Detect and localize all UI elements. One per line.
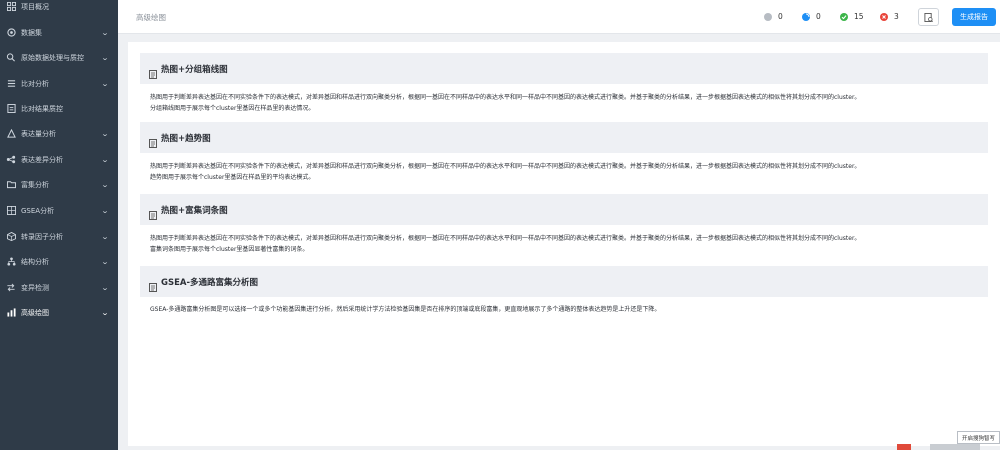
chevron-down-icon: ⌄ bbox=[100, 79, 110, 88]
triangle-chart-icon bbox=[6, 129, 16, 139]
sidebar-item-raw-data-qc[interactable]: 原始数据处理与质控 ⌄ bbox=[0, 45, 118, 70]
sidebar-item-expression[interactable]: 表达量分析 ⌄ bbox=[0, 121, 118, 146]
chevron-down-icon: ⌄ bbox=[100, 232, 110, 241]
report-icon bbox=[924, 10, 933, 25]
section-title: 热图+分组箱线图 bbox=[161, 64, 228, 75]
ime-tooltip[interactable]: 开启搜狗智写 bbox=[957, 431, 1000, 444]
chevron-down-icon: ⌄ bbox=[100, 308, 110, 317]
section-header[interactable]: 热图+分组箱线图 bbox=[140, 53, 988, 84]
status-count: 0 bbox=[778, 12, 783, 21]
section-header[interactable]: 热图+趋势图 bbox=[140, 122, 988, 153]
chevron-down-icon: ⌄ bbox=[100, 53, 110, 62]
chevron-down-icon: ⌄ bbox=[100, 206, 110, 215]
sidebar-item-label: 比对分析 bbox=[21, 79, 49, 88]
grid-icon bbox=[6, 2, 16, 12]
chevron-down-icon: ⌄ bbox=[100, 180, 110, 189]
tray-logo-icon bbox=[897, 444, 911, 450]
section-header[interactable]: GSEA-多通路富集分析图 bbox=[140, 266, 988, 297]
section-header[interactable]: 热图+富集词条图 bbox=[140, 194, 988, 225]
success-icon bbox=[840, 12, 848, 21]
document-icon bbox=[149, 64, 157, 79]
sidebar-item-alignment-qc[interactable]: 比对结果质控 bbox=[0, 96, 118, 121]
export-button[interactable] bbox=[918, 8, 939, 26]
top-bar: 高级绘图 0 0 15 3 生成报告 bbox=[118, 0, 1000, 34]
chevron-down-icon: ⌄ bbox=[100, 283, 110, 292]
sidebar-item-label: 变异检测 bbox=[21, 283, 49, 292]
running-icon bbox=[802, 12, 810, 21]
arrows-icon bbox=[6, 283, 16, 293]
sidebar-item-label: 项目概况 bbox=[21, 2, 49, 11]
document-icon bbox=[149, 133, 157, 148]
status-count: 3 bbox=[894, 12, 899, 21]
section-title: 热图+富集词条图 bbox=[161, 205, 228, 216]
sidebar: 项目概况 数据集 ⌄ 原始数据处理与质控 ⌄ 比对分析 ⌄ 比对结果质控 表达量… bbox=[0, 0, 118, 450]
tree-icon bbox=[6, 257, 16, 267]
document-icon bbox=[149, 277, 157, 292]
chart-icon bbox=[6, 308, 16, 318]
description-line: 热图用于判断差异表达基因在不同实验条件下的表达模式，对差异基因和样品进行双向聚类… bbox=[150, 94, 861, 101]
status-failed[interactable]: 3 bbox=[880, 12, 899, 21]
database-icon bbox=[6, 28, 16, 38]
description-line: GSEA-多通路富集分析图是可以选择一个或多个功能基因集进行分析，然后采用统计学… bbox=[150, 306, 661, 313]
pending-icon bbox=[764, 12, 772, 21]
sidebar-item-advanced-plot[interactable]: 高级绘图 ⌄ bbox=[0, 300, 118, 325]
chevron-down-icon: ⌄ bbox=[100, 28, 110, 37]
nodes-icon bbox=[6, 155, 16, 165]
sidebar-item-label: 原始数据处理与质控 bbox=[21, 53, 84, 62]
description-line: 热图用于判断差异表达基因在不同实验条件下的表达模式，对差异基因和样品进行双向聚类… bbox=[150, 235, 861, 242]
sidebar-item-diff-expression[interactable]: 表达差异分析 ⌄ bbox=[0, 147, 118, 172]
sidebar-item-label: 数据集 bbox=[21, 28, 42, 37]
description-line: 趋势图用于展示每个cluster里基因在样品里的平均表达模式。 bbox=[150, 174, 315, 181]
sidebar-item-alignment[interactable]: 比对分析 ⌄ bbox=[0, 71, 118, 96]
section-title: GSEA-多通路富集分析图 bbox=[161, 277, 259, 288]
sidebar-item-label: 高级绘图 bbox=[21, 308, 49, 317]
description-line: 富集词条图用于展示每个cluster里基因显著性富集的词条。 bbox=[150, 246, 309, 253]
status-pending[interactable]: 0 bbox=[764, 12, 783, 21]
folder-icon bbox=[6, 180, 16, 190]
grid-small-icon bbox=[6, 206, 16, 216]
sidebar-item-gsea[interactable]: GSEA分析 ⌄ bbox=[0, 198, 118, 223]
document-check-icon bbox=[6, 104, 16, 114]
sidebar-item-transcription-factor[interactable]: 转录因子分析 ⌄ bbox=[0, 224, 118, 249]
generate-report-button[interactable]: 生成报告 bbox=[952, 8, 996, 26]
sidebar-item-variant-detection[interactable]: 变异检测 ⌄ bbox=[0, 275, 118, 300]
main-panel: 热图+分组箱线图 热图用于判断差异表达基因在不同实验条件下的表达模式，对差异基因… bbox=[128, 42, 1000, 446]
status-success[interactable]: 15 bbox=[840, 12, 864, 21]
sidebar-item-project-overview[interactable]: 项目概况 bbox=[0, 0, 118, 19]
list-icon bbox=[6, 79, 16, 89]
chevron-down-icon: ⌄ bbox=[100, 257, 110, 266]
cube-icon bbox=[6, 232, 16, 242]
section-title: 热图+趋势图 bbox=[161, 133, 211, 144]
status-count: 0 bbox=[816, 12, 821, 21]
tray-icons bbox=[930, 444, 980, 450]
sidebar-item-label: 比对结果质控 bbox=[21, 104, 63, 113]
sidebar-item-enrichment[interactable]: 富集分析 ⌄ bbox=[0, 172, 118, 197]
status-running[interactable]: 0 bbox=[802, 12, 821, 21]
sidebar-item-label: 表达量分析 bbox=[21, 129, 56, 138]
sidebar-item-label: 转录因子分析 bbox=[21, 232, 63, 241]
breadcrumb: 高级绘图 bbox=[136, 13, 166, 22]
section-description: 热图用于判断差异表达基因在不同实验条件下的表达模式，对差异基因和样品进行双向聚类… bbox=[150, 161, 980, 183]
description-line: 热图用于判断差异表达基因在不同实验条件下的表达模式，对差异基因和样品进行双向聚类… bbox=[150, 163, 861, 170]
status-count: 15 bbox=[854, 12, 864, 21]
sidebar-item-label: GSEA分析 bbox=[21, 206, 55, 215]
sidebar-item-label: 富集分析 bbox=[21, 180, 49, 189]
section-description: 热图用于判断差异表达基因在不同实验条件下的表达模式，对差异基因和样品进行双向聚类… bbox=[150, 233, 980, 255]
sidebar-item-dataset[interactable]: 数据集 ⌄ bbox=[0, 20, 118, 45]
sidebar-item-label: 表达差异分析 bbox=[21, 155, 63, 164]
description-line: 分组箱线图用于展示每个cluster里基因在样品里的表达情况。 bbox=[150, 105, 315, 112]
failed-icon bbox=[880, 12, 888, 21]
chevron-down-icon: ⌄ bbox=[100, 129, 110, 138]
document-icon bbox=[149, 205, 157, 220]
chevron-down-icon: ⌄ bbox=[100, 155, 110, 164]
magnify-gear-icon bbox=[6, 53, 16, 63]
section-description: 热图用于判断差异表达基因在不同实验条件下的表达模式，对差异基因和样品进行双向聚类… bbox=[150, 92, 980, 114]
sidebar-item-label: 结构分析 bbox=[21, 257, 49, 266]
section-description: GSEA-多通路富集分析图是可以选择一个或多个功能基因集进行分析，然后采用统计学… bbox=[150, 304, 980, 315]
sidebar-item-structure[interactable]: 结构分析 ⌄ bbox=[0, 249, 118, 274]
